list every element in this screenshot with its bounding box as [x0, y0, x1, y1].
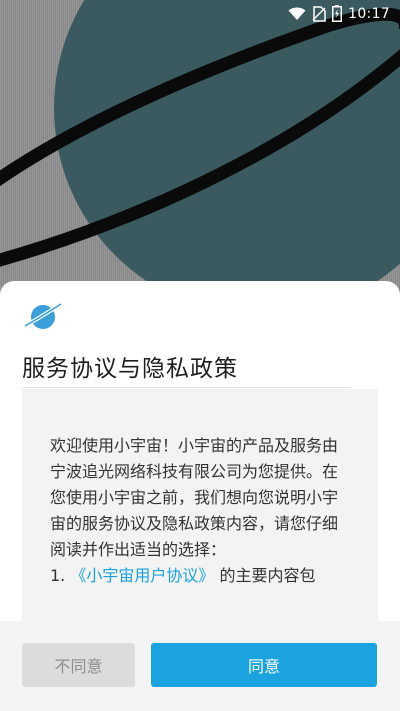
agreement-dialog: 服务协议与隐私政策 欢迎使用小宇宙！小宇宙的产品及服务由宁波追光网络科技有限公司… [0, 281, 400, 711]
agree-button[interactable]: 同意 [151, 643, 377, 687]
battery-icon [332, 5, 343, 22]
dialog-footer: 不同意 同意 [0, 621, 400, 711]
agreement-item: 1. 《小宇宙用户协议》 的主要内容包 [50, 563, 348, 589]
dialog-title: 服务协议与隐私政策 [22, 356, 238, 382]
agreement-content-scroll[interactable]: 欢迎使用小宇宙！小宇宙的产品及服务由宁波追光网络科技有限公司为您提供。在您使用小… [22, 389, 378, 625]
planet-shape [54, 0, 400, 316]
title-divider [22, 387, 350, 388]
agreement-intro-text: 欢迎使用小宇宙！小宇宙的产品及服务由宁波追光网络科技有限公司为您提供。在您使用小… [50, 436, 339, 559]
item-number: 1. [50, 566, 66, 585]
status-bar: 10:17 [0, 0, 400, 30]
no-sim-icon [312, 5, 326, 22]
planet-logo-icon [24, 302, 63, 329]
user-agreement-link[interactable]: 《小宇宙用户协议》 [70, 566, 214, 585]
wifi-icon [288, 7, 306, 20]
status-time: 10:17 [348, 5, 390, 22]
item-text: 的主要内容包 [219, 566, 316, 585]
disagree-button[interactable]: 不同意 [22, 643, 135, 687]
